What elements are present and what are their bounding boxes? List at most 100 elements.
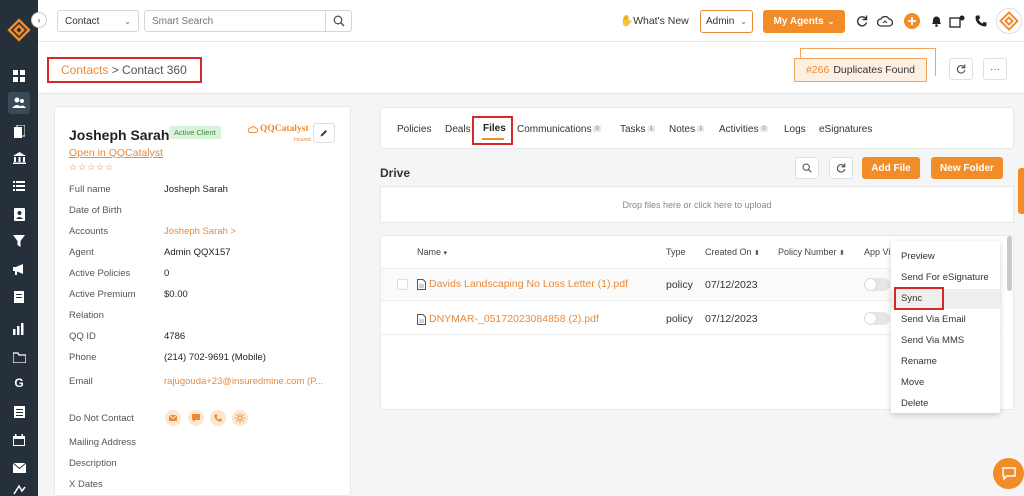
refresh-icon[interactable]	[853, 12, 871, 30]
my-agents-label: My Agents	[773, 16, 824, 27]
notes-icon[interactable]	[8, 286, 30, 308]
column-label: Policy Number	[778, 247, 837, 257]
open-in-qqcatalyst-link[interactable]: Open in QQCatalyst	[69, 147, 163, 159]
tab-label: Policies	[397, 124, 432, 135]
tab-communications[interactable]: Communications 0	[517, 124, 601, 135]
contacts-icon[interactable]	[8, 92, 30, 114]
cloud-icon	[247, 126, 259, 134]
edit-contact-button[interactable]	[313, 123, 335, 143]
tab-label: Tasks	[620, 124, 646, 135]
more-options-button[interactable]: ···	[983, 58, 1007, 80]
tab-label: Logs	[784, 124, 806, 135]
file-name: DNYMAR-_05172023084858 (2).pdf	[429, 313, 599, 325]
menu-item-delete[interactable]: Delete	[901, 398, 928, 409]
duplicates-count: #266	[805, 64, 830, 76]
app-view-toggle[interactable]	[864, 312, 890, 325]
column-header-created-on[interactable]: Created On ⬍	[705, 247, 760, 257]
google-icon[interactable]: G	[8, 372, 30, 394]
tab-notes[interactable]: Notes 1	[669, 124, 705, 135]
menu-item-send-via-email[interactable]: Send Via Email	[901, 314, 966, 325]
tab-activities[interactable]: Activities 0	[719, 124, 768, 135]
do-not-contact-label: Do Not Contact	[69, 413, 134, 424]
menu-item-rename[interactable]: Rename	[901, 356, 937, 367]
cloud-sync-icon[interactable]	[876, 12, 894, 30]
sheet-icon[interactable]	[8, 401, 30, 423]
breadcrumb-contacts-link[interactable]: Contacts	[61, 63, 108, 77]
new-folder-button[interactable]: New Folder	[931, 157, 1003, 179]
megaphone-icon[interactable]	[8, 258, 30, 280]
menu-item-send-via-mms[interactable]: Send Via MMS	[901, 335, 964, 346]
field-value: Admin QQX157	[164, 247, 231, 258]
field-label: Accounts	[69, 226, 109, 237]
file-name: Davids Landscaping No Loss Letter (1).pd…	[429, 278, 629, 290]
table-scrollbar[interactable]	[1007, 236, 1012, 291]
smart-search-input[interactable]	[144, 10, 326, 32]
tab-tasks[interactable]: Tasks 1	[620, 124, 655, 135]
mail-icon[interactable]	[8, 457, 30, 479]
chat-icon[interactable]	[188, 410, 204, 426]
field-value: 4786	[164, 331, 186, 342]
file-created-date: 07/12/2023	[705, 313, 758, 325]
column-label: Type	[666, 247, 686, 257]
contact-card-icon[interactable]	[8, 203, 30, 225]
calendar-icon[interactable]	[8, 429, 30, 451]
field-label: Phone	[69, 352, 97, 363]
field-label: Date of Birth	[69, 205, 122, 216]
bell-icon[interactable]	[927, 12, 945, 30]
my-agents-button[interactable]: My Agents ⌄	[763, 10, 845, 33]
chat-support-button[interactable]	[993, 458, 1024, 489]
search-button[interactable]	[326, 10, 352, 32]
user-avatar-icon[interactable]	[996, 8, 1022, 34]
field-value[interactable]: rajugouda+23@insuredmine.com (P...	[164, 376, 323, 387]
search-scope-select[interactable]: Contact ⌄	[57, 10, 139, 32]
column-header-name[interactable]: Name ▾	[417, 247, 447, 257]
tab-files[interactable]: Files	[483, 123, 506, 134]
tab-logs[interactable]: Logs	[784, 124, 806, 135]
rating-stars[interactable]: ☆☆☆☆☆	[69, 162, 114, 173]
menu-item-send-for-esignature[interactable]: Send For eSignature	[901, 272, 989, 283]
refresh-button[interactable]	[949, 58, 973, 80]
sidebar-toggle-button[interactable]: ›	[31, 12, 47, 28]
admin-select-value: Admin	[706, 16, 735, 27]
breadcrumb-separator: >	[108, 63, 123, 77]
tab-deals[interactable]: Deals	[445, 124, 471, 135]
drive-search-button[interactable]	[795, 157, 819, 179]
filter-funnel-icon[interactable]	[8, 230, 30, 252]
tab-policies[interactable]: Policies	[397, 124, 431, 135]
dashboard-icon[interactable]	[8, 65, 30, 87]
bank-icon[interactable]	[8, 147, 30, 169]
email-icon[interactable]	[165, 410, 181, 426]
menu-item-preview[interactable]: Preview	[901, 251, 935, 262]
file-dropzone[interactable]: Drop files here or click here to upload	[380, 186, 1014, 223]
more-apps-icon[interactable]	[8, 484, 30, 496]
list-icon[interactable]	[8, 175, 30, 197]
admin-select[interactable]: Admin ⌄	[700, 10, 753, 33]
file-name-link[interactable]: Davids Landscaping No Loss Letter (1).pd…	[417, 278, 628, 290]
message-notification-icon[interactable]	[948, 12, 966, 30]
add-circle-icon[interactable]	[903, 12, 921, 30]
brand-logo-icon[interactable]	[7, 18, 31, 42]
menu-item-move[interactable]: Move	[901, 377, 924, 388]
phone-icon[interactable]	[210, 410, 226, 426]
file-name-link[interactable]: DNYMAR-_05172023084858 (2).pdf	[417, 313, 599, 325]
sun-icon[interactable]	[232, 410, 248, 426]
sort-icon: ⬍	[839, 250, 845, 257]
app-view-toggle[interactable]	[864, 278, 890, 291]
tab-label: eSignatures	[819, 124, 873, 135]
field-value[interactable]: Josheph Sarah >	[164, 226, 236, 237]
phone-icon[interactable]	[972, 12, 990, 30]
column-header-policy-number[interactable]: Policy Number ⬍	[778, 247, 845, 257]
analytics-icon[interactable]	[8, 318, 30, 340]
tab-esignatures[interactable]: eSignatures	[819, 124, 872, 135]
duplicates-found-button[interactable]: #266 Duplicates Found	[794, 58, 927, 82]
folder-icon[interactable]	[8, 346, 30, 368]
column-label: Created On	[705, 247, 752, 257]
whats-new-link[interactable]: ✋What's New	[620, 14, 689, 27]
tab-count: 1	[697, 126, 705, 133]
add-file-button[interactable]: Add File	[862, 157, 920, 179]
feedback-side-tab[interactable]	[1018, 168, 1024, 214]
row-checkbox[interactable]	[397, 279, 408, 290]
field-label: QQ ID	[69, 331, 96, 342]
documents-icon[interactable]	[8, 120, 30, 142]
drive-refresh-button[interactable]	[829, 157, 853, 179]
